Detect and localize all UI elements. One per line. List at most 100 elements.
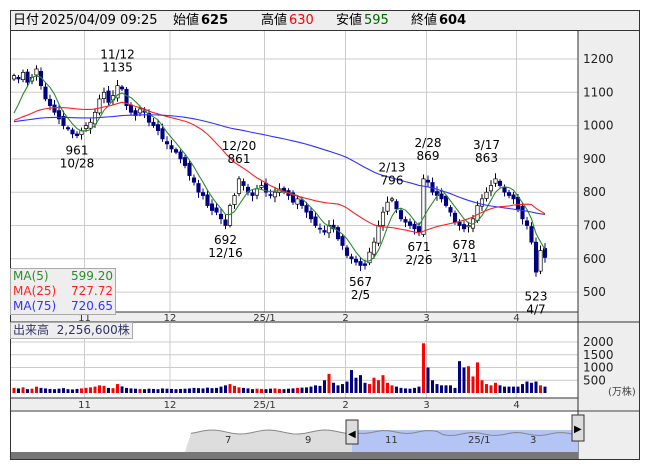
month-label: 2 bbox=[342, 400, 348, 411]
candle-body bbox=[344, 247, 350, 256]
volume-bar bbox=[93, 386, 97, 393]
candle-body bbox=[20, 71, 26, 80]
candle-body bbox=[182, 157, 188, 166]
candle-body bbox=[227, 205, 233, 226]
volume-bar bbox=[107, 387, 110, 393]
annotation-value: 523 bbox=[525, 289, 548, 303]
volume-bar bbox=[125, 387, 128, 393]
volume-bar bbox=[264, 389, 268, 393]
annotation-date: 2/28 bbox=[415, 136, 442, 150]
volume-bar bbox=[147, 388, 151, 393]
volume-bar bbox=[44, 388, 47, 393]
candle-body bbox=[214, 207, 219, 213]
candle-body bbox=[488, 185, 494, 192]
volume-tick-label: 500 bbox=[583, 373, 606, 387]
candle-body bbox=[268, 194, 273, 196]
volume-bar bbox=[426, 367, 430, 393]
volume-unit-label: (万株) bbox=[608, 385, 636, 398]
candle-body bbox=[236, 178, 242, 194]
annotation-value: 961 bbox=[66, 144, 89, 158]
candle-body bbox=[493, 178, 498, 184]
volume-bar bbox=[327, 373, 331, 393]
ma75-legend: MA(75) 720.65 bbox=[13, 299, 113, 314]
candle-body bbox=[484, 191, 489, 199]
volume-bar bbox=[539, 385, 542, 393]
candle-body bbox=[520, 205, 525, 220]
candle-body bbox=[47, 98, 53, 106]
volume-bar bbox=[390, 385, 394, 393]
open-value: 625 bbox=[201, 13, 229, 28]
volume-bar bbox=[318, 385, 322, 393]
arrow-right-icon[interactable]: ▶ bbox=[574, 424, 582, 435]
volume-bar bbox=[296, 387, 299, 393]
price-tick-label: 1200 bbox=[583, 52, 614, 66]
volume-bar bbox=[57, 388, 61, 393]
volume-bar bbox=[84, 387, 88, 393]
candle-body bbox=[524, 220, 530, 226]
volume-bar bbox=[165, 388, 169, 393]
candle-body bbox=[443, 195, 449, 206]
candle-body bbox=[34, 68, 39, 76]
volume-bar bbox=[300, 387, 304, 393]
low-label: 安値 bbox=[336, 13, 363, 28]
volume-bar bbox=[408, 388, 412, 393]
annotation-date: 2/13 bbox=[379, 161, 406, 175]
annotation-date: 4/7 bbox=[526, 302, 545, 316]
candle-body bbox=[340, 236, 345, 246]
volume-bar bbox=[26, 389, 29, 393]
candle-body bbox=[106, 90, 111, 103]
candle-body bbox=[380, 211, 386, 226]
low-value: 595 bbox=[364, 13, 389, 28]
candle-body bbox=[371, 241, 377, 255]
candle-body bbox=[497, 180, 503, 186]
candle-body bbox=[101, 91, 107, 99]
volume-bar bbox=[341, 384, 344, 393]
annotation-date: 12/20 bbox=[222, 139, 257, 153]
candle-body bbox=[160, 128, 165, 140]
candle-body bbox=[223, 219, 228, 226]
candle-body bbox=[452, 212, 458, 223]
candle-body bbox=[529, 226, 534, 243]
month-label: 12 bbox=[164, 400, 177, 411]
ma25-value: 727.72 bbox=[71, 284, 113, 298]
volume-bar bbox=[444, 385, 448, 393]
close-value: 604 bbox=[439, 13, 467, 28]
ma25-legend: MA(25) 727.72 bbox=[13, 284, 113, 299]
volume-bar bbox=[323, 380, 326, 393]
chart-svg: 1200110010009008007006005002000150010005… bbox=[11, 30, 640, 460]
price-tick-label: 1100 bbox=[583, 85, 614, 99]
volume-bar bbox=[368, 384, 371, 393]
arrow-left-icon[interactable]: ◀ bbox=[348, 429, 356, 440]
volume-bar bbox=[129, 388, 133, 393]
candle-body bbox=[178, 151, 183, 160]
ma-legend: MA(5) 599.20 MA(25) 727.72 MA(75) 720.65 bbox=[10, 268, 116, 315]
candle-body bbox=[11, 75, 17, 80]
high-value: 630 bbox=[289, 13, 314, 28]
volume-bar bbox=[89, 387, 92, 393]
candle-body bbox=[155, 124, 161, 131]
volume-bar bbox=[17, 388, 20, 393]
volume-bar bbox=[233, 385, 236, 393]
annotation-date: 3/17 bbox=[473, 138, 500, 152]
volume-bar bbox=[39, 387, 43, 393]
volume-bar bbox=[273, 388, 277, 393]
volume-bar bbox=[30, 388, 34, 393]
candle-body bbox=[191, 177, 197, 183]
candle-body bbox=[169, 145, 174, 150]
candle-body bbox=[16, 76, 21, 80]
volume-bar bbox=[291, 388, 295, 393]
candle-body bbox=[254, 188, 260, 196]
volume-bar bbox=[143, 389, 146, 393]
navigator-label: 7 bbox=[225, 435, 231, 446]
navigator-label: 9 bbox=[305, 435, 311, 446]
annotation-date: 2/26 bbox=[406, 253, 433, 267]
volume-bar bbox=[521, 384, 524, 393]
annotation-value: 869 bbox=[417, 149, 440, 163]
candle-body bbox=[439, 193, 444, 200]
annotation-date: 3/11 bbox=[451, 251, 478, 265]
candle-body bbox=[295, 198, 300, 205]
volume-bar bbox=[174, 389, 178, 393]
candle-body bbox=[88, 121, 93, 129]
volume-bar bbox=[476, 362, 479, 393]
ma75-value: 720.65 bbox=[71, 299, 113, 313]
